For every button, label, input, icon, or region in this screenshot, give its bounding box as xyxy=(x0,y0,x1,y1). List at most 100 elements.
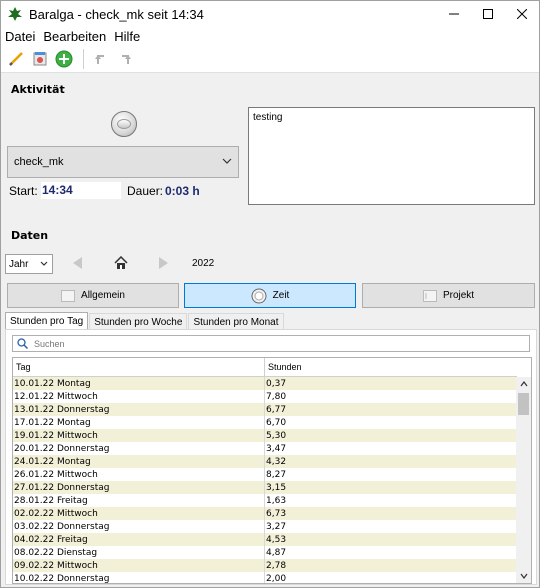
table-row[interactable]: 12.01.22 Mittwoch 7,80 xyxy=(13,390,517,403)
cell-hours: 6,73 xyxy=(266,508,287,519)
app-window: Baralga - check_mk seit 14:34 Datei Bear… xyxy=(0,0,540,588)
search-placeholder: Suchen xyxy=(34,338,65,349)
close-icon xyxy=(517,9,527,19)
previous-period-button[interactable] xyxy=(69,255,85,271)
general-view-button[interactable]: Allgemein xyxy=(7,283,179,308)
menu-hilfe[interactable]: Hilfe xyxy=(110,29,144,44)
table-row[interactable]: 19.01.22 Mittwoch 5,30 xyxy=(13,429,517,442)
cell-hours: 3,15 xyxy=(266,482,287,493)
cell-hours: 6,77 xyxy=(266,404,287,415)
toolbar-separator xyxy=(83,48,84,69)
settings-button[interactable] xyxy=(29,48,51,70)
menu-bearbeiten[interactable]: Bearbeiten xyxy=(39,29,110,44)
period-filter-value: Jahr xyxy=(9,258,29,270)
table-row[interactable]: 03.02.22 Donnerstag 3,27 xyxy=(13,520,517,533)
clock-icon xyxy=(251,288,267,303)
list-icon xyxy=(61,289,76,302)
toolbar xyxy=(1,45,539,73)
table-row[interactable]: 04.02.22 Freitag 4,53 xyxy=(13,533,517,546)
redo-button[interactable] xyxy=(114,48,136,70)
cell-day: 20.01.22 Donnerstag xyxy=(13,442,265,455)
maximize-icon xyxy=(483,9,493,19)
table-row[interactable]: 02.02.22 Mittwoch 6,73 xyxy=(13,507,517,520)
table-row[interactable]: 10.02.22 Donnerstag 2,00 xyxy=(13,572,517,584)
time-view-button[interactable]: Zeit xyxy=(184,283,356,308)
cell-hours: 4,87 xyxy=(266,547,287,558)
period-filter-select[interactable]: Jahr xyxy=(5,254,53,274)
arrow-right-icon xyxy=(159,257,168,269)
table-body: 10.01.22 Montag 0,37 12.01.22 Mittwoch 7,80… xyxy=(13,377,517,584)
general-view-label: Allgemein xyxy=(81,290,125,301)
cell-day: 10.01.22 Montag xyxy=(13,377,265,390)
project-select[interactable]: check_mk xyxy=(7,146,239,178)
pencil-icon xyxy=(9,51,23,66)
vertical-scrollbar[interactable] xyxy=(516,377,531,583)
menu-datei[interactable]: Datei xyxy=(1,29,39,44)
redo-icon xyxy=(122,54,131,64)
cell-hours: 4,53 xyxy=(266,534,287,545)
column-header-hours[interactable]: Stunden xyxy=(265,358,517,376)
project-view-label: Projekt xyxy=(442,290,475,301)
cell-hours: 1,63 xyxy=(266,495,287,506)
scrollbar-thumb[interactable] xyxy=(518,393,529,415)
cell-hours: 3,47 xyxy=(266,443,287,454)
cell-day: 27.01.22 Donnerstag xyxy=(13,481,265,494)
edit-button[interactable] xyxy=(5,48,27,70)
duration-value: 0:03 h xyxy=(165,184,200,198)
tab-hours-per-week[interactable]: Stunden pro Woche xyxy=(89,313,188,330)
table-row[interactable]: 27.01.22 Donnerstag 3,15 xyxy=(13,481,517,494)
table-row[interactable]: 08.02.22 Dienstag 4,87 xyxy=(13,546,517,559)
home-icon xyxy=(114,256,128,269)
home-period-button[interactable] xyxy=(113,255,129,271)
stopwatch-icon xyxy=(117,119,131,129)
next-period-button[interactable] xyxy=(156,255,172,271)
description-editor[interactable]: testing xyxy=(248,107,535,205)
search-field[interactable]: Suchen xyxy=(12,335,530,352)
table-row[interactable]: 20.01.22 Donnerstag 3,47 xyxy=(13,442,517,455)
project-view-button[interactable]: Projekt xyxy=(362,283,535,308)
table-row[interactable]: 28.01.22 Freitag 1,63 xyxy=(13,494,517,507)
column-header-day[interactable]: Tag xyxy=(13,358,265,376)
undo-button[interactable] xyxy=(90,48,112,70)
undo-icon xyxy=(95,54,104,64)
start-time-field[interactable]: 14:34 xyxy=(41,182,121,199)
tab-hours-per-month[interactable]: Stunden pro Monat xyxy=(188,313,284,330)
cell-hours: 6,70 xyxy=(266,417,287,428)
cell-day: 17.01.22 Montag xyxy=(13,416,265,429)
minimize-button[interactable] xyxy=(437,1,471,27)
title-bar: Baralga - check_mk seit 14:34 xyxy=(1,1,539,27)
close-button[interactable] xyxy=(505,1,539,27)
cell-hours: 2,00 xyxy=(266,573,287,584)
scroll-down-button[interactable] xyxy=(516,569,531,583)
scroll-up-button[interactable] xyxy=(516,377,531,391)
table-row[interactable]: 17.01.22 Montag 6,70 xyxy=(13,416,517,429)
cell-day: 26.01.22 Mittwoch xyxy=(13,468,265,481)
cell-hours: 5,30 xyxy=(266,430,287,441)
hours-table: Tag Stunden 10.01.22 Montag 0,37 12.01.22 … xyxy=(12,357,532,584)
add-button[interactable] xyxy=(53,48,75,70)
table-row[interactable]: 09.02.22 Mittwoch 2,78 xyxy=(13,559,517,572)
cell-hours: 3,27 xyxy=(266,521,287,532)
activity-section-header: Aktivität xyxy=(11,83,65,96)
start-stop-button[interactable] xyxy=(111,111,137,137)
table-row[interactable]: 13.01.22 Donnerstag 6,77 xyxy=(13,403,517,416)
project-select-value: check_mk xyxy=(14,156,64,168)
table-header: Tag Stunden xyxy=(13,358,517,377)
cell-day: 24.01.22 Montag xyxy=(13,455,265,468)
cell-day: 08.02.22 Dienstag xyxy=(13,546,265,559)
table-row[interactable]: 10.01.22 Montag 0,37 xyxy=(13,377,517,390)
cell-hours: 0,37 xyxy=(266,378,287,389)
chevron-down-icon xyxy=(520,573,527,579)
maximize-button[interactable] xyxy=(471,1,505,27)
cell-day: 28.01.22 Freitag xyxy=(13,494,265,507)
cell-day: 02.02.22 Mittwoch xyxy=(13,507,265,520)
chevron-down-icon xyxy=(40,261,48,266)
arrow-left-icon xyxy=(73,257,82,269)
cell-day: 03.02.22 Donnerstag xyxy=(13,520,265,533)
app-leaf-icon xyxy=(8,7,22,21)
menu-bar: Datei Bearbeiten Hilfe xyxy=(1,27,539,45)
tab-hours-per-day[interactable]: Stunden pro Tag xyxy=(5,312,89,330)
table-row[interactable]: 24.01.22 Montag 4,32 xyxy=(13,455,517,468)
cell-hours: 4,32 xyxy=(266,456,287,467)
table-row[interactable]: 26.01.22 Mittwoch 8,27 xyxy=(13,468,517,481)
